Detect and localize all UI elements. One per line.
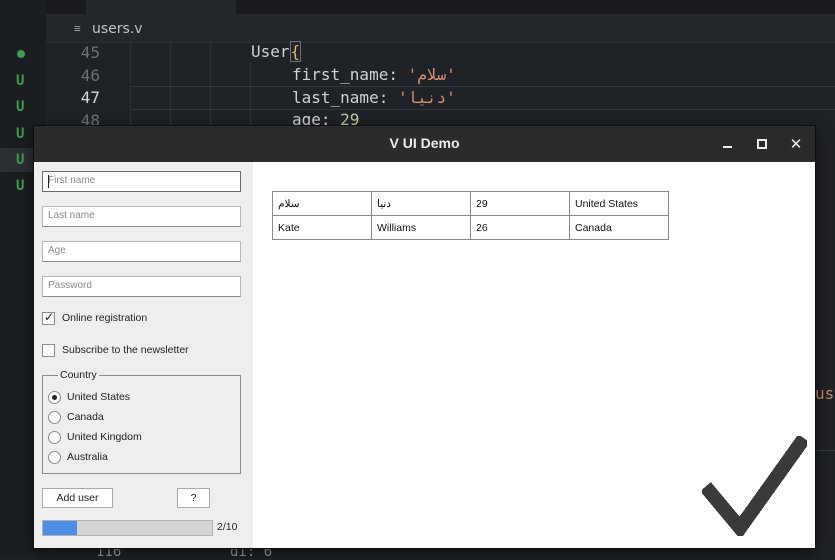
- radio-label-united-states[interactable]: United States: [67, 391, 130, 403]
- line-number-current: 47: [80, 88, 100, 107]
- radio-label-canada[interactable]: Canada: [67, 411, 104, 423]
- git-untracked-mark: U: [16, 99, 25, 115]
- radio-australia[interactable]: [48, 451, 61, 464]
- add-user-button[interactable]: Add user: [42, 488, 113, 508]
- newsletter-checkbox[interactable]: [42, 344, 55, 357]
- progress-bar: [42, 520, 213, 536]
- users-table: سلام دنيا 29 United States Kate Williams…: [272, 191, 669, 240]
- age-field[interactable]: Age: [42, 241, 241, 262]
- password-placeholder: Password: [48, 280, 92, 291]
- text-caret: [48, 175, 49, 188]
- current-line-highlight: [130, 86, 835, 110]
- table-row: Kate Williams 26 Canada: [272, 215, 669, 240]
- table-cell: United States: [569, 191, 669, 216]
- git-untracked-mark: U: [16, 178, 25, 194]
- editor-tab-inactive[interactable]: [86, 0, 236, 14]
- radio-canada[interactable]: [48, 411, 61, 424]
- git-untracked-mark: U: [16, 152, 25, 168]
- file-tab-name[interactable]: users.v: [92, 21, 143, 37]
- last-name-field[interactable]: Last name: [42, 206, 241, 227]
- radio-label-australia[interactable]: Australia: [67, 451, 108, 463]
- code-token: first_name:: [292, 65, 398, 84]
- editor-divider: [813, 450, 835, 451]
- window-title: V UI Demo: [389, 135, 460, 151]
- radio-label-united-kingdom[interactable]: United Kingdom: [67, 431, 142, 443]
- git-modified-dot-icon: [17, 50, 25, 58]
- code-token-string: 'دنيا': [397, 88, 456, 107]
- editor-tab-strip: [46, 0, 835, 14]
- maximize-button[interactable]: [750, 132, 774, 156]
- help-button[interactable]: ?: [177, 488, 210, 508]
- code-token: User: [251, 42, 290, 61]
- country-group-title: Country: [58, 369, 99, 381]
- code-token-brace: {: [289, 41, 302, 62]
- table-cell: Kate: [272, 215, 372, 240]
- last-name-placeholder: Last name: [48, 210, 95, 221]
- line-number: 46: [80, 66, 100, 85]
- code-line[interactable]: last_name: 'دنيا': [292, 88, 456, 107]
- first-name-placeholder: First name: [48, 175, 96, 186]
- table-cell: 26: [470, 215, 570, 240]
- git-untracked-mark: U: [16, 73, 25, 89]
- table-cell: Canada: [569, 215, 669, 240]
- newsletter-label[interactable]: Subscribe to the newsletter: [62, 344, 189, 356]
- progress-bar-fill: [43, 521, 77, 535]
- indent-guide: [130, 42, 131, 132]
- indent-guide: [210, 42, 211, 132]
- first-name-field[interactable]: First name: [42, 171, 241, 192]
- table-cell: 29: [470, 191, 570, 216]
- age-placeholder: Age: [48, 245, 66, 256]
- code-fragment: us: [815, 384, 835, 403]
- line-number: 45: [80, 43, 100, 62]
- pixel-checkmark-icon: [702, 436, 807, 536]
- online-registration-label[interactable]: Online registration: [62, 312, 147, 324]
- progress-label: 2/10: [217, 521, 238, 533]
- code-token: last_name:: [292, 88, 389, 107]
- radio-united-kingdom[interactable]: [48, 431, 61, 444]
- checkmark-icon: ✓: [44, 310, 55, 324]
- editor-breadcrumb-bar: ≡ users.v: [46, 14, 835, 43]
- code-token-string: 'سلام': [407, 65, 456, 84]
- git-untracked-mark: U: [16, 126, 25, 142]
- password-field[interactable]: Password: [42, 276, 241, 297]
- form-panel: First name Last name Age Password ✓ Onli…: [34, 162, 253, 548]
- table-cell: دنيا: [371, 191, 471, 216]
- radio-united-states[interactable]: [48, 391, 61, 404]
- table-cell: Williams: [371, 215, 471, 240]
- indent-guide: [250, 62, 251, 132]
- code-line[interactable]: User{: [251, 41, 302, 62]
- table-row: سلام دنيا 29 United States: [272, 191, 669, 216]
- minimize-button[interactable]: [716, 132, 740, 156]
- online-registration-checkbox[interactable]: ✓: [42, 310, 55, 325]
- close-button[interactable]: ✕: [784, 132, 808, 156]
- code-line[interactable]: first_name: 'سلام': [292, 65, 456, 84]
- vui-demo-window: V UI Demo ✕ First name Last name Age Pas…: [34, 126, 815, 548]
- file-lines-icon: ≡: [74, 22, 81, 35]
- window-titlebar[interactable]: V UI Demo ✕: [34, 126, 815, 162]
- indent-guide: [170, 42, 171, 132]
- table-cell: سلام: [272, 191, 372, 216]
